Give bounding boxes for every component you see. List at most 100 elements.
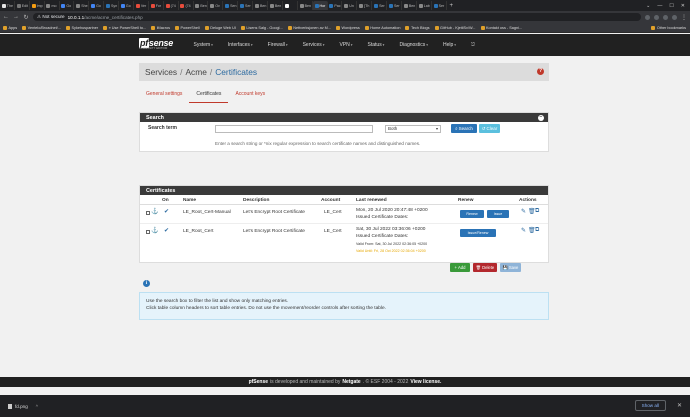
footer-license-link[interactable]: View license.	[410, 379, 441, 385]
bookmark-item[interactable]: Kontakt oss - Sagni...	[480, 25, 522, 30]
menu-status[interactable]: Status ▾	[360, 42, 392, 48]
forward-icon[interactable]: →	[13, 14, 19, 20]
pfsense-logo[interactable]: pfsense COMMUNITY EDITION	[139, 38, 179, 52]
browser-tab[interactable]: Ser	[239, 1, 254, 10]
breadcrumb-acme[interactable]: Acme	[185, 67, 206, 77]
menu-services[interactable]: Services ▾	[295, 42, 332, 48]
tab-general-settings[interactable]: General settings	[139, 89, 189, 103]
browser-tab[interactable]: Pac	[328, 1, 343, 10]
bookmark-item[interactable]: Wordpress	[335, 25, 360, 30]
search-button[interactable]: ⌕ Search	[451, 124, 477, 133]
maximize-icon[interactable]: ☐	[669, 3, 673, 9]
browser-tab[interactable]: Ser	[432, 1, 447, 10]
bookmark-item[interactable]: Apps	[3, 25, 17, 30]
col-last-renewed[interactable]: Last renewed	[356, 198, 387, 203]
bookmark-item[interactable]: » Use PowerShell to...	[103, 25, 146, 30]
menu-system[interactable]: System ▾	[186, 42, 220, 48]
delete-button[interactable]: 🗑 Delete	[473, 263, 497, 272]
bookmark-item[interactable]: Home Automation	[364, 25, 400, 30]
copy-icon[interactable]: ⧉	[535, 227, 539, 234]
enabled-check-icon[interactable]: ✔	[164, 227, 169, 234]
browser-tab[interactable]: (74	[164, 1, 179, 10]
anchor-icon[interactable]: ⚓	[151, 208, 158, 215]
browser-tab[interactable]: Ser	[373, 1, 388, 10]
close-window-icon[interactable]: ✕	[681, 3, 685, 9]
download-item[interactable]: fd.png	[15, 404, 28, 409]
clear-button[interactable]: ↺ Clear	[479, 124, 500, 133]
bookmark-item[interactable]: Nettverksjonen av M...	[287, 25, 331, 30]
browser-tab[interactable]: Ben	[402, 1, 417, 10]
browser-menu-icon[interactable]: ⋮	[681, 14, 687, 21]
bookmark-item[interactable]: iMacros	[151, 25, 170, 30]
tab-search-icon[interactable]: ⌄	[646, 3, 650, 9]
page-title[interactable]: Certificates	[215, 67, 257, 77]
edit-icon[interactable]: ✎	[521, 208, 526, 215]
menu-interfaces[interactable]: Interfaces ▾	[220, 42, 260, 48]
bookmark-item[interactable]: PowerShell	[174, 25, 200, 30]
collapse-icon[interactable]: −	[538, 114, 544, 121]
issue-button[interactable]: Issue	[487, 210, 509, 218]
logout-icon[interactable]: ⎋	[464, 42, 483, 48]
bookmark-item[interactable]: Lisens Salg - Googl...	[240, 25, 283, 30]
anchor-icon[interactable]: ⚓	[151, 227, 158, 234]
col-name[interactable]: Name	[183, 198, 196, 203]
bookmark-item[interactable]: Deluge Web UI	[204, 25, 236, 30]
browser-tab[interactable]: The	[0, 1, 15, 10]
extension-icon[interactable]	[663, 14, 668, 20]
new-tab-button[interactable]: +	[447, 3, 456, 9]
save-button[interactable]: 💾 Save	[500, 263, 521, 272]
col-account[interactable]: Account	[321, 198, 340, 203]
not-secure-badge[interactable]: ⚠ Not secure	[37, 14, 65, 20]
menu-help[interactable]: Help ▾	[436, 42, 464, 48]
browser-tab[interactable]: Ben	[253, 1, 269, 10]
browser-tab[interactable]	[283, 1, 298, 10]
search-input[interactable]	[215, 125, 373, 133]
browser-tab[interactable]: Ben	[268, 1, 283, 10]
breadcrumb-services[interactable]: Services	[145, 67, 177, 77]
back-icon[interactable]: ←	[3, 14, 9, 20]
issue-renew-button[interactable]: Issue/Renew	[460, 229, 496, 237]
browser-tab[interactable]: Ov	[209, 1, 224, 10]
row-checkbox[interactable]	[146, 211, 150, 215]
add-button[interactable]: + Add	[450, 263, 470, 272]
extension-icon[interactable]	[645, 14, 650, 20]
tab-account-keys[interactable]: Account keys	[228, 89, 272, 103]
close-icon[interactable]: ✕	[677, 402, 682, 409]
bookmark-item[interactable]: GitHub - KjetilSv/W...	[434, 25, 476, 30]
col-on[interactable]: On	[162, 198, 169, 203]
show-all-button[interactable]: Show all	[634, 400, 666, 411]
browser-tab[interactable]: Go	[60, 1, 75, 10]
browser-tab[interactable]: Imp	[30, 1, 45, 10]
extension-icon[interactable]	[654, 14, 659, 20]
footer-netgate-link[interactable]: Netgate	[342, 379, 360, 385]
url-input[interactable]: ⚠ Not secure 10.0.1.1/acme/acme_certific…	[33, 13, 641, 21]
browser-tab[interactable]: (74	[179, 1, 194, 10]
reload-icon[interactable]: ↻	[23, 14, 29, 21]
browser-tab[interactable]: Syn	[105, 1, 120, 10]
copy-icon[interactable]: ⧉	[535, 208, 539, 215]
help-icon[interactable]: ?	[537, 68, 544, 75]
col-description[interactable]: Description	[243, 198, 269, 203]
tab-certificates[interactable]: Certificates	[189, 89, 229, 103]
minimize-icon[interactable]: —	[657, 3, 662, 9]
browser-tab[interactable]: Sen	[224, 1, 239, 10]
browser-tab[interactable]: Ser	[387, 1, 403, 10]
browser-tab[interactable]: Ben	[298, 1, 313, 10]
menu-firewall[interactable]: Firewall ▾	[260, 42, 295, 48]
renew-button[interactable]: Renew	[460, 210, 484, 218]
profile-avatar[interactable]	[672, 14, 677, 20]
menu-vpn[interactable]: VPN ▾	[332, 42, 360, 48]
menu-diagnostics[interactable]: Diagnostics ▾	[392, 42, 436, 48]
download-menu-icon[interactable]: ^	[36, 404, 38, 409]
browser-tab[interactable]: Lab	[417, 1, 432, 10]
browser-tab[interactable]: mo	[45, 1, 60, 10]
browser-tab[interactable]: [Th	[358, 1, 373, 10]
browser-tab[interactable]: Ver	[134, 1, 149, 10]
bookmark-item[interactable]: Ventelo/Broadnet/...	[22, 25, 61, 30]
browser-tab[interactable]: She	[75, 1, 90, 10]
browser-tab[interactable]: Hor	[313, 1, 328, 10]
other-bookmarks[interactable]: Other bookmarks	[651, 25, 690, 30]
search-scope-select[interactable]: Both ▾	[385, 125, 441, 133]
browser-tab[interactable]: Un	[343, 1, 358, 10]
bookmark-item[interactable]: Tech Blogs	[405, 25, 430, 30]
